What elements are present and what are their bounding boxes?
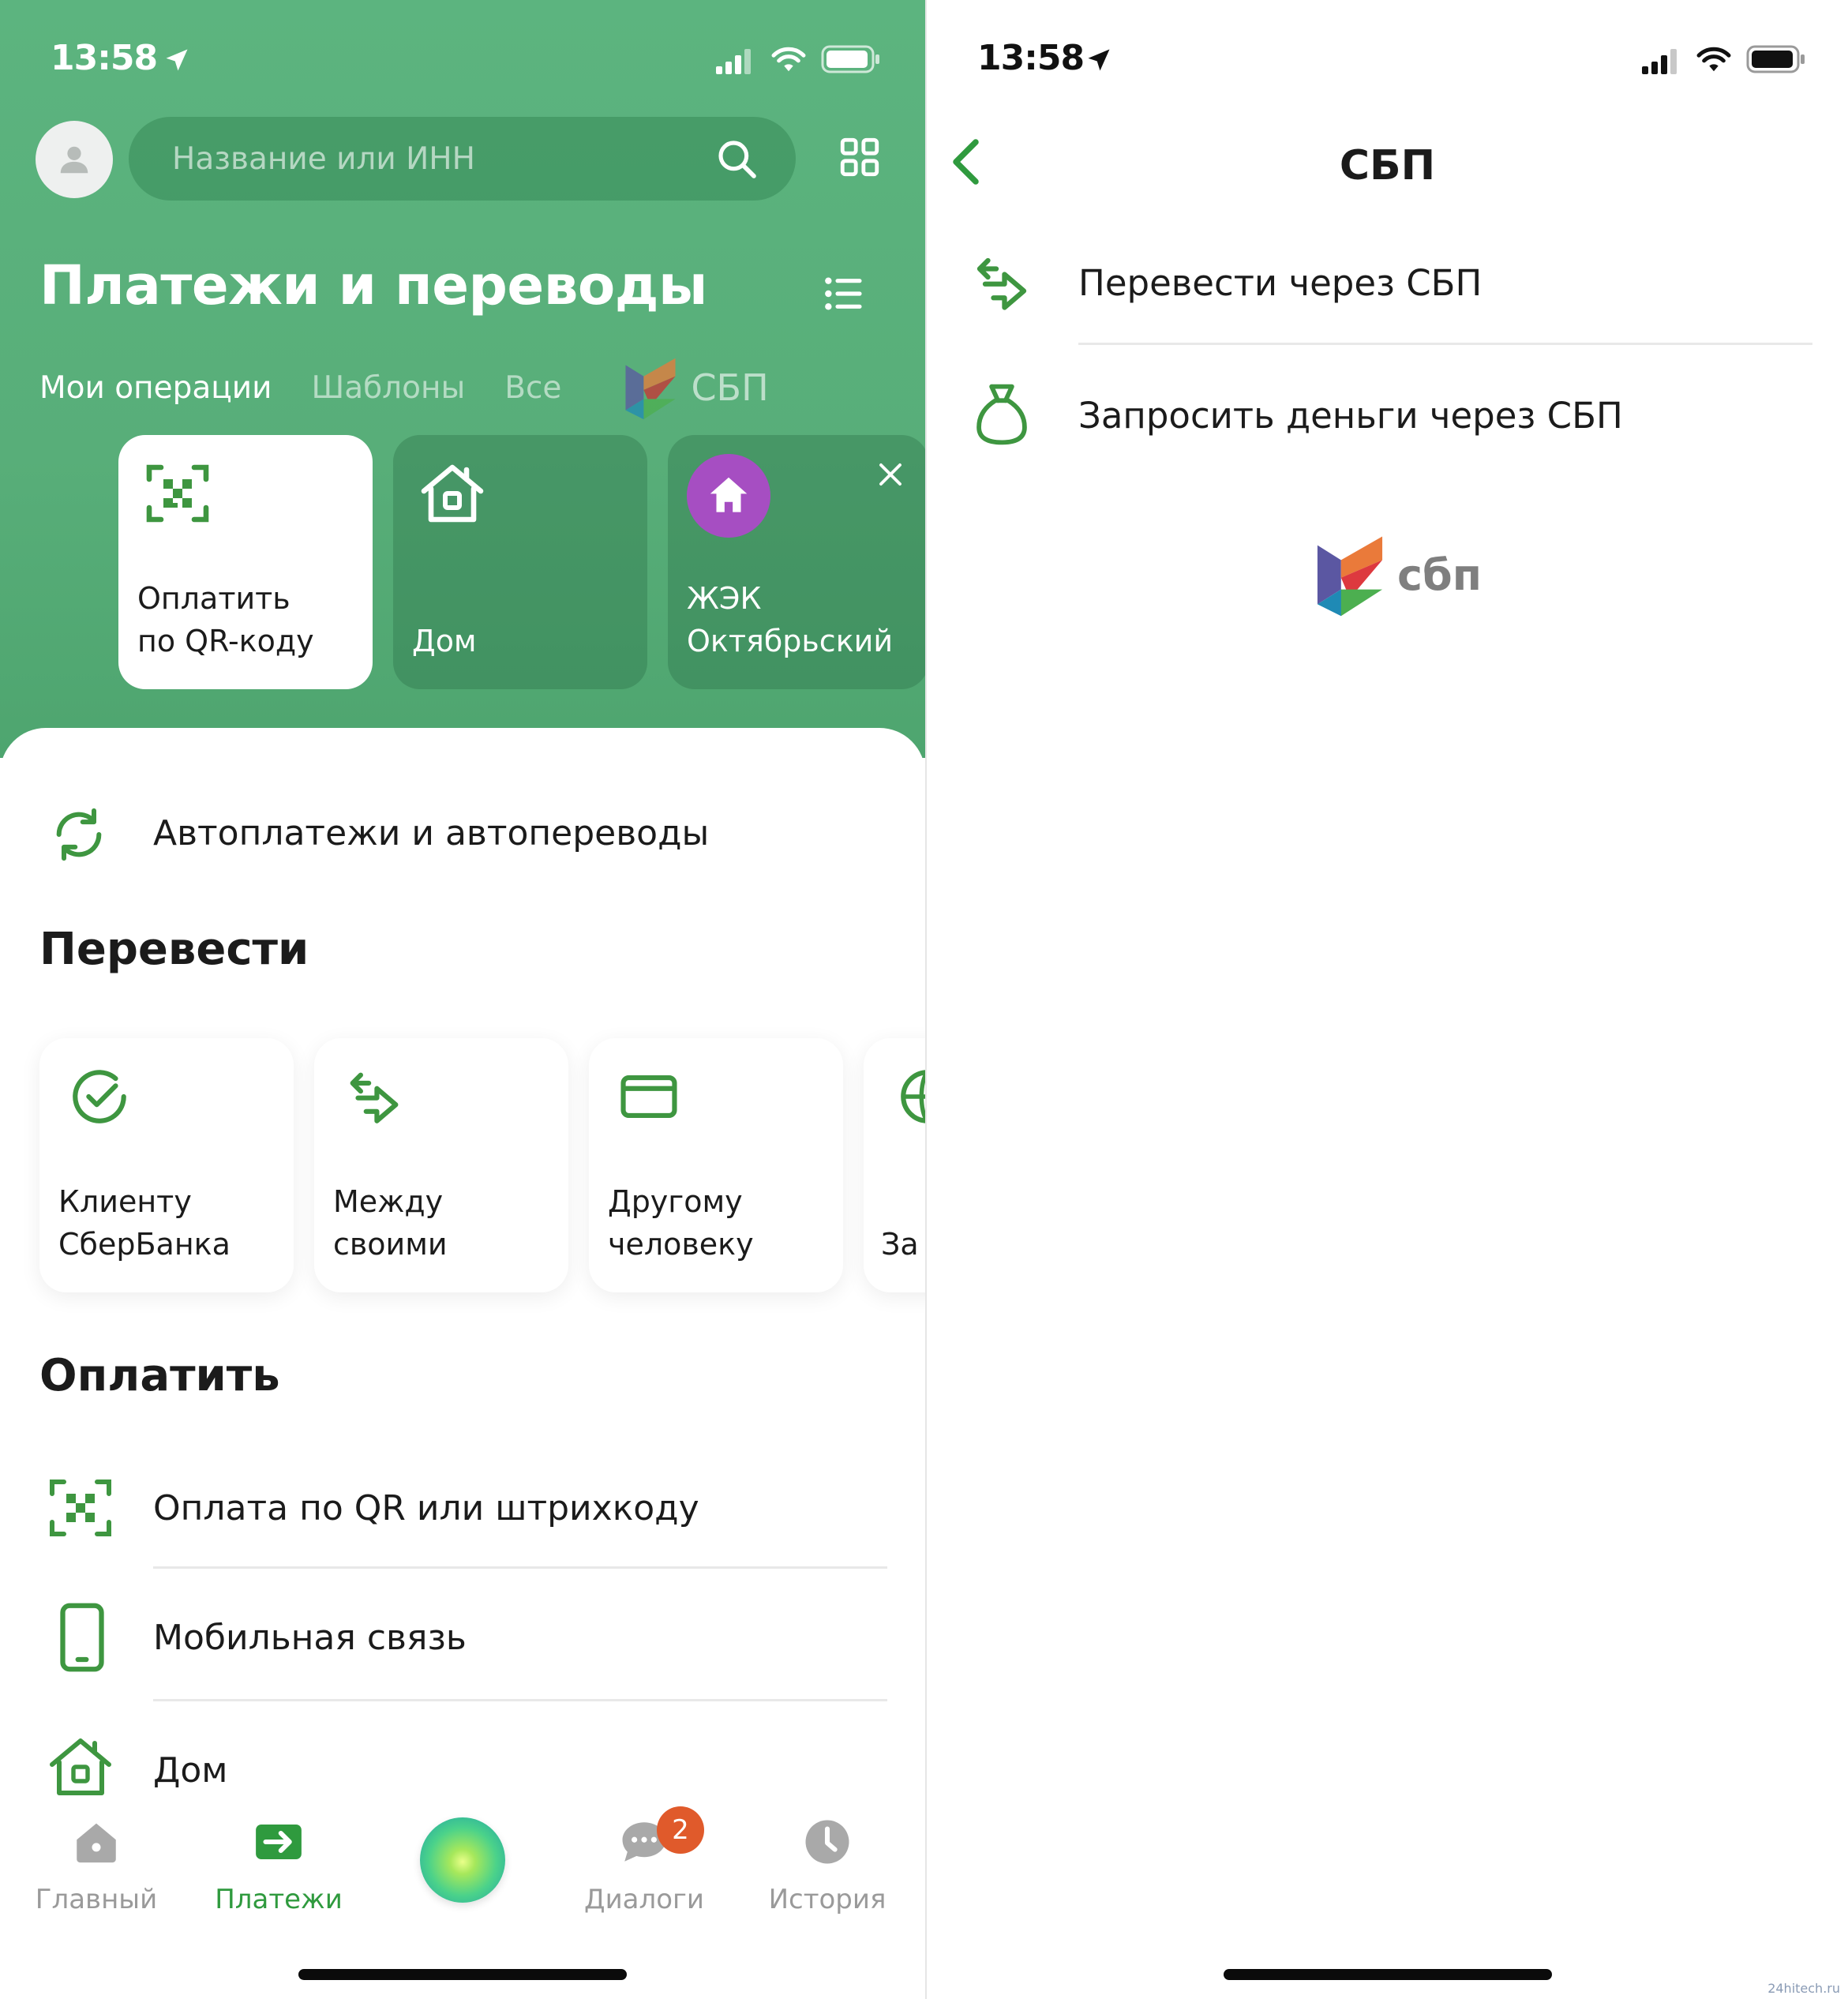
- swap-arrows-icon: [350, 1072, 399, 1123]
- phone-icon: [60, 1603, 104, 1672]
- sbp-logo-icon: [625, 358, 676, 420]
- wifi-icon: [771, 47, 806, 72]
- pay-heading: Оплатить: [39, 1350, 280, 1401]
- pay-item-label: Дом: [153, 1750, 228, 1791]
- card-home[interactable]: Дом: [393, 435, 647, 689]
- divider: [1078, 343, 1812, 345]
- unread-badge: 2: [657, 1806, 704, 1854]
- avatar[interactable]: [36, 121, 113, 198]
- sbp-request-row[interactable]: Запросить деньги через СБП: [927, 376, 1848, 455]
- list-icon[interactable]: [821, 272, 865, 316]
- globe-icon: [901, 1070, 925, 1123]
- pay-item-home[interactable]: Дом: [0, 1731, 925, 1810]
- transfer-card-label: За: [881, 1227, 919, 1262]
- transfer-card-label: Клиенту СберБанка: [58, 1184, 231, 1262]
- house-icon: [50, 1738, 111, 1795]
- signal-icon: [1642, 49, 1677, 74]
- qr-scan-icon: [50, 1480, 111, 1536]
- pay-item-label: Мобильная связь: [153, 1617, 467, 1658]
- sbp-logo: сбп: [1306, 531, 1482, 619]
- user-icon: [60, 146, 88, 174]
- swap-arrows-icon: [976, 257, 1027, 310]
- search-input[interactable]: [172, 141, 693, 177]
- card-pay-qr[interactable]: Оплатить по QR-коду: [118, 435, 373, 689]
- divider: [153, 1699, 887, 1701]
- tab-sbp[interactable]: СБП: [617, 354, 769, 422]
- close-icon[interactable]: [876, 460, 905, 489]
- card-zhek[interactable]: ЖЭК Октябрьский: [668, 435, 925, 689]
- transfer-card-label: Между своими: [333, 1184, 448, 1262]
- search-icon[interactable]: [715, 137, 759, 182]
- divider: [153, 1566, 887, 1569]
- sbp-logo-icon: [1317, 536, 1383, 617]
- tabbar-label: Главный: [35, 1884, 158, 1915]
- house-icon: [421, 464, 484, 523]
- home-indicator: [1224, 1969, 1552, 1980]
- transfer-card-abroad[interactable]: За: [864, 1038, 925, 1292]
- card-label: Дом: [412, 624, 477, 658]
- watermark: 24hitech.ru: [1767, 1981, 1840, 1996]
- transfer-card-between-own[interactable]: Между своими: [314, 1038, 568, 1292]
- sbp-transfer-row[interactable]: Перевести через СБП: [927, 243, 1848, 322]
- page-title: Платежи и переводы: [39, 254, 707, 317]
- sbp-transfer-label: Перевести через СБП: [1078, 261, 1483, 304]
- pay-item-mobile[interactable]: Мобильная связь: [0, 1598, 925, 1677]
- assistant-orb[interactable]: [420, 1817, 505, 1903]
- tabbar-label: История: [768, 1884, 887, 1915]
- status-time: 13:58: [51, 38, 158, 78]
- house-badge-icon: [687, 454, 770, 538]
- tabs: Мои операции Шаблоны Все СБП: [39, 354, 808, 422]
- autopay-row[interactable]: Автоплатежи и автопереводы: [0, 797, 925, 868]
- transfer-heading: Перевести: [39, 924, 309, 975]
- tab-my-operations[interactable]: Мои операции: [39, 370, 272, 406]
- tab-templates[interactable]: Шаблоны: [312, 370, 466, 406]
- card-label: ЖЭК Октябрьский: [687, 581, 894, 658]
- clock-icon: [805, 1820, 849, 1864]
- check-circle-icon: [73, 1070, 126, 1123]
- transfer-card-other-person[interactable]: Другому человеку: [589, 1038, 843, 1292]
- payments-screen: 13:58 Платежи и переводы Мои операции Ша…: [0, 0, 925, 1999]
- qr-code-icon: [146, 464, 209, 523]
- sbp-logo-text: СБП: [691, 366, 769, 409]
- sbp-request-label: Запросить деньги через СБП: [1078, 394, 1623, 437]
- card-icon: [620, 1075, 677, 1118]
- autopay-label: Автоплатежи и автопереводы: [153, 812, 710, 853]
- tabbar-item-payments[interactable]: Платежи: [200, 1816, 358, 1915]
- wifi-icon: [1696, 47, 1731, 72]
- home-indicator: [298, 1969, 627, 1980]
- signal-icon: [716, 49, 751, 74]
- pay-item-qr[interactable]: Оплата по QR или штрихкоду: [0, 1468, 925, 1547]
- transfer-card-sber-client[interactable]: Клиенту СберБанка: [39, 1038, 294, 1292]
- tabbar-label: Платежи: [215, 1884, 343, 1915]
- status-time: 13:58: [977, 38, 1085, 78]
- location-arrow-icon: [1088, 49, 1110, 71]
- money-bag-icon: [976, 384, 1027, 445]
- tab-all[interactable]: Все: [504, 370, 561, 406]
- tabbar-item-history[interactable]: История: [748, 1816, 906, 1915]
- grid-icon[interactable]: [837, 134, 883, 180]
- tabbar-item-home[interactable]: Главный: [17, 1816, 175, 1915]
- battery-icon: [821, 45, 879, 73]
- transfer-card-label: Другому человеку: [608, 1184, 754, 1262]
- home-icon: [77, 1823, 116, 1863]
- card-label: Оплатить по QR-коду: [137, 581, 314, 658]
- tabbar-label: Диалоги: [584, 1884, 704, 1915]
- refresh-icon: [56, 808, 102, 861]
- payments-icon: [256, 1825, 302, 1859]
- pay-item-label: Оплата по QR или штрихкоду: [153, 1487, 699, 1528]
- battery-icon: [1746, 45, 1805, 73]
- sbp-screen: 13:58 СБП Перевести через СБП Запросить …: [927, 0, 1848, 1999]
- location-arrow-icon: [166, 49, 188, 71]
- sbp-logo-text: сбп: [1397, 549, 1483, 600]
- search-bar[interactable]: [129, 117, 796, 201]
- page-title: СБП: [1339, 142, 1436, 189]
